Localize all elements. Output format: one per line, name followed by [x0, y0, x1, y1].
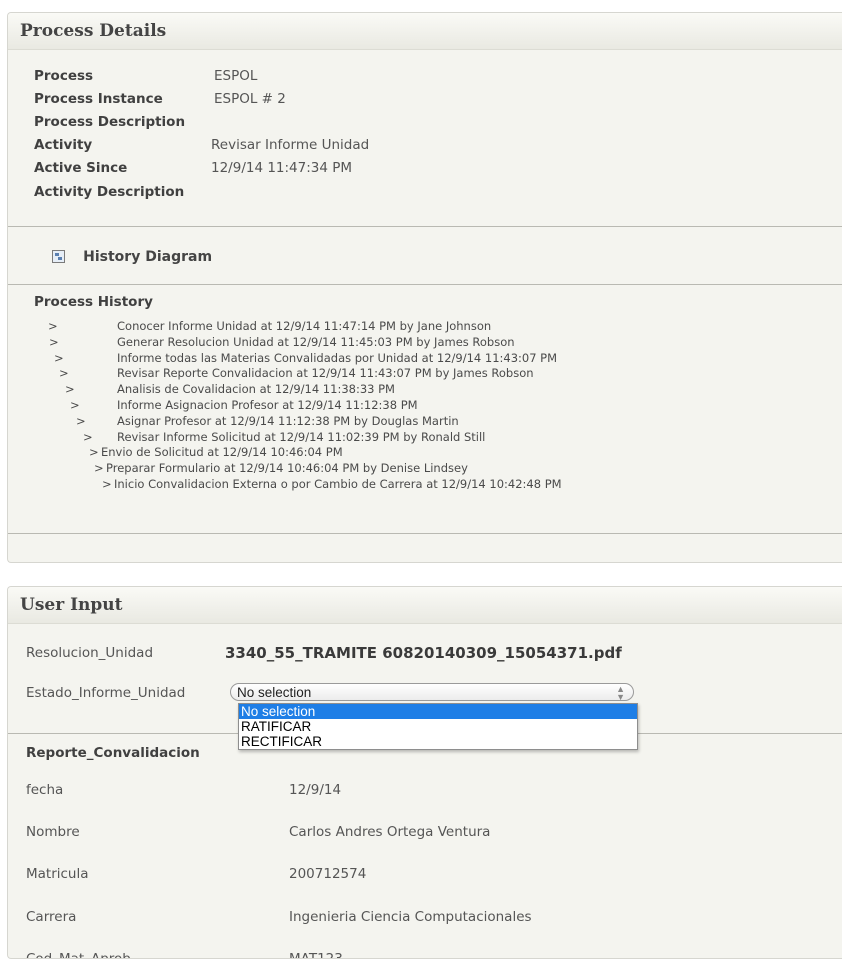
history-text: Envio de Solicitud at 12/9/14 10:46:04 P… [101, 445, 343, 460]
detail-value: ESPOL [214, 68, 258, 84]
history-text: Analisis de Covalidacion at 12/9/14 11:3… [117, 382, 395, 397]
field-label: Matricula [26, 866, 89, 882]
detail-label: Process [34, 68, 94, 84]
history-diagram-link[interactable]: History Diagram [52, 245, 212, 269]
history-text: Inicio Convalidacion Externa o por Cambi… [114, 476, 562, 491]
history-marker: > [83, 429, 93, 444]
divider [8, 284, 842, 285]
history-text: Informe todas las Materias Convalidadas … [117, 350, 558, 365]
process-history-title: Process History [34, 294, 153, 310]
diagram-icon[interactable] [52, 249, 65, 263]
history-marker: > [102, 476, 112, 491]
detail-value: 12/9/14 11:47:34 PM [211, 160, 353, 176]
process-details-title: Process Details [8, 13, 842, 50]
field-value: Carlos Andres Ortega Ventura [289, 824, 491, 840]
estado-label: Estado_Informe_Unidad [26, 685, 186, 701]
history-marker: > [54, 350, 64, 365]
history-marker: > [49, 334, 59, 349]
dropdown-option-rectificar[interactable]: RECTIFICAR [239, 734, 637, 749]
history-marker: > [70, 397, 80, 412]
field-label: Cod_Mat_Aprob [26, 951, 131, 959]
detail-label: Activity Description [34, 184, 185, 200]
field-value: Ingenieria Ciencia Computacionales [289, 909, 532, 925]
field-value: MAT123 [289, 951, 343, 959]
dropdown-option-ratificar[interactable]: RATIFICAR [239, 719, 637, 734]
detail-label: Activity [34, 137, 93, 153]
user-input-title: User Input [8, 587, 842, 624]
history-marker: > [89, 445, 99, 460]
user-input-panel: User Input Resolucion_Unidad 3340_55_TRA… [7, 586, 842, 959]
field-label: Carrera [26, 909, 77, 925]
history-text: Revisar Reporte Convalidacion at 12/9/14… [117, 366, 534, 381]
history-text: Revisar Informe Solicitud at 12/9/14 11:… [117, 429, 486, 444]
resolucion-label: Resolucion_Unidad [26, 645, 154, 661]
field-label: Nombre [26, 824, 80, 840]
history-text: Generar Resolucion Unidad at 12/9/14 11:… [117, 334, 515, 349]
divider [8, 226, 842, 227]
divider [8, 533, 842, 534]
process-details-panel: Process Details Process ESPOL Process In… [7, 12, 842, 563]
detail-value: ESPOL # 2 [214, 91, 286, 107]
field-label: fecha [26, 782, 64, 798]
history-text: Informe Asignacion Profesor at 12/9/14 1… [117, 397, 418, 412]
estado-dropdown-list[interactable]: No selection RATIFICAR RECTIFICAR [238, 703, 638, 750]
dropdown-option-no-selection[interactable]: No selection [239, 704, 637, 719]
history-marker: > [94, 461, 104, 476]
resolucion-file-link[interactable]: 3340_55_TRAMITE 60820140309_15054371.pdf [225, 642, 622, 664]
estado-select[interactable]: No selection ▲ ▼ [230, 683, 634, 702]
detail-value: Revisar Informe Unidad [211, 137, 370, 153]
history-marker: > [65, 382, 75, 397]
history-marker: > [59, 366, 69, 381]
history-diagram-label[interactable]: History Diagram [83, 249, 212, 265]
reporte-convalidacion-title: Reporte_Convalidacion [26, 745, 200, 761]
detail-label: Active Since [34, 160, 128, 176]
history-marker: > [76, 413, 86, 428]
history-text: Asignar Profesor at 12/9/14 11:12:38 PM … [117, 413, 459, 428]
field-value: 200712574 [289, 866, 367, 882]
detail-label: Process Description [34, 114, 186, 130]
estado-selected-value: No selection [237, 685, 312, 700]
history-text: Preparar Formulario at 12/9/14 10:46:04 … [106, 461, 468, 476]
select-arrows-icon: ▲ ▼ [616, 684, 625, 702]
history-marker: > [48, 319, 58, 333]
resolucion-row: Resolucion_Unidad 3340_55_TRAMITE 608201… [26, 642, 826, 664]
history-text: Conocer Informe Unidad at 12/9/14 11:47:… [117, 319, 492, 333]
detail-label: Process Instance [34, 91, 163, 107]
field-value: 12/9/14 [289, 782, 342, 798]
estado-row: Estado_Informe_Unidad [26, 684, 226, 702]
